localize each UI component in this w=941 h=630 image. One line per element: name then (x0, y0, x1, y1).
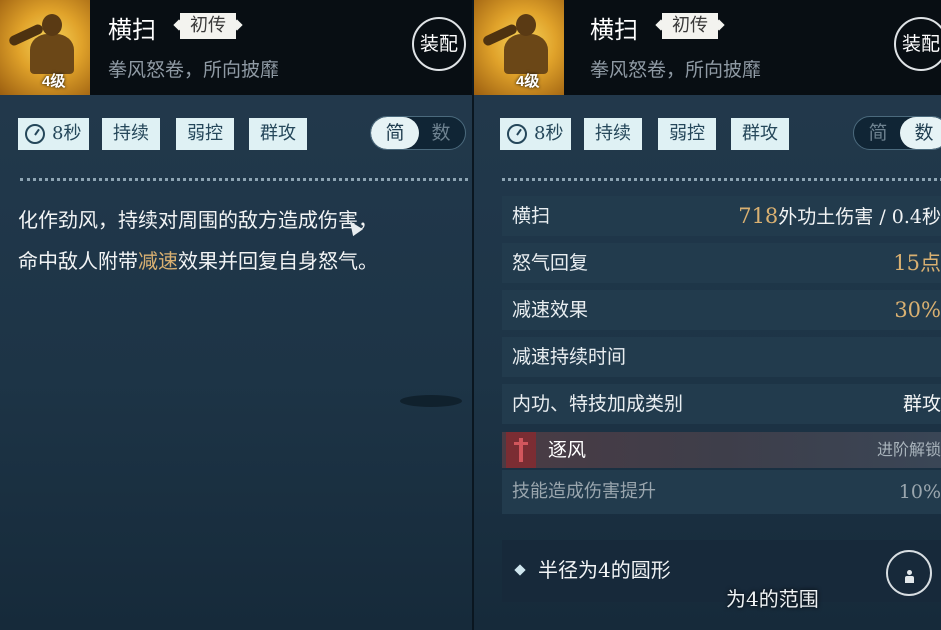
skill-name: 横扫 (108, 16, 156, 44)
stat-label: 怒气回复 (512, 252, 589, 274)
tier-badge: 初传 (662, 13, 718, 39)
skill-portrait[interactable]: 4级 (474, 0, 564, 95)
equip-button[interactable]: 装配 (894, 17, 941, 71)
tag-group-attack: 群攻 (249, 118, 307, 150)
dotted-divider (502, 178, 941, 181)
tag-weak-control: 弱控 (658, 118, 716, 150)
toggle-simple[interactable]: 简 (854, 117, 902, 149)
range-text: 半径为4的圆形 (538, 558, 671, 582)
stat-number: 718 (738, 204, 779, 228)
stat-value: 15点 (893, 243, 941, 284)
damage-boost-row: 技能造成伤害提升 10% (502, 470, 941, 514)
stat-label: 内功、特技加成类别 (512, 393, 684, 415)
tag-duration: 持续 (584, 118, 642, 150)
desc-line-2b: 效果并回复自身怒气。 (178, 249, 378, 273)
tag-duration: 持续 (102, 118, 160, 150)
stat-row-bonus-type: 内功、特技加成类别 群攻 (502, 384, 941, 424)
boost-label: 技能造成伤害提升 (512, 481, 656, 502)
portrait-figure-body (504, 34, 548, 74)
skill-name: 横扫 (590, 16, 638, 44)
toggle-simple[interactable]: 简 (371, 117, 419, 149)
tag-weak-control: 弱控 (176, 118, 234, 150)
skill-panel-detail: 4级 横扫 初传 拳风怒卷，所向披靡 装配 8秒 持续 弱控 群攻 简 数 横扫… (472, 0, 941, 630)
stat-label: 减速持续时间 (512, 346, 627, 368)
stat-value: 30% (894, 290, 941, 331)
toggle-detail[interactable]: 数 (900, 117, 941, 149)
cooldown-tag: 8秒 (18, 118, 90, 150)
stat-number: 15点 (893, 251, 941, 275)
view-toggle[interactable]: 简 数 (853, 116, 941, 150)
skill-subtitle: 拳风怒卷，所向披靡 (590, 59, 762, 81)
stat-row-rage: 怒气回复 15点 (502, 243, 941, 283)
timer-icon (25, 124, 45, 144)
tag-group-attack: 群攻 (731, 118, 789, 150)
skill-level: 4级 (42, 73, 66, 90)
cooldown-tag: 8秒 (500, 118, 572, 150)
skill-header: 4级 横扫 初传 拳风怒卷，所向披靡 装配 (474, 0, 941, 95)
toggle-detail[interactable]: 数 (417, 117, 465, 149)
diamond-icon (514, 564, 526, 576)
stat-row-slow: 减速效果 30% (502, 290, 941, 330)
cooldown-value: 8秒 (534, 123, 564, 144)
stat-value: 718外功土伤害 / 0.4秒 (738, 196, 941, 237)
skill-level: 4级 (516, 73, 540, 90)
desc-line-1: 化作劲风，持续对周围的敌方造成伤害， (18, 208, 378, 232)
cooldown-value: 8秒 (52, 123, 82, 144)
range-preview-button[interactable] (886, 550, 932, 596)
stat-label: 减速效果 (512, 299, 589, 321)
stat-label: 横扫 (512, 205, 551, 227)
skill-panel-simple: 4级 横扫 初传 拳风怒卷，所向披靡 装配 8秒 持续 弱控 群攻 简 数 化作… (0, 0, 472, 630)
upgrade-name: 逐风 (548, 439, 587, 461)
portrait-figure-head (516, 14, 536, 36)
video-subtitle: 为4的范围 (726, 587, 819, 611)
lock-status: 进阶解锁 (876, 440, 941, 459)
desc-highlight-slow: 减速 (138, 249, 178, 273)
boost-value: 10% (898, 481, 941, 503)
equip-button[interactable]: 装配 (412, 17, 466, 71)
stat-suffix: 外功土伤害 / 0.4秒 (778, 206, 941, 228)
stat-value: 群攻 (902, 393, 941, 415)
stat-row-slow-duration: 减速持续时间 (502, 337, 941, 377)
skill-header: 4级 横扫 初传 拳风怒卷，所向披靡 装配 (0, 0, 472, 95)
skill-portrait[interactable]: 4级 (0, 0, 90, 95)
timer-icon (507, 124, 527, 144)
skill-subtitle: 拳风怒卷，所向披靡 (108, 59, 280, 81)
view-toggle[interactable]: 简 数 (370, 116, 466, 150)
dotted-divider (20, 178, 468, 181)
locked-upgrade-row[interactable]: 逐风 进阶解锁 (502, 432, 941, 468)
skill-description: 化作劲风，持续对周围的敌方造成伤害， 命中敌人附带减速效果并回复自身怒气。 (18, 200, 458, 282)
background-shadow (400, 395, 462, 407)
stat-row-damage: 横扫 718外功土伤害 / 0.4秒 (502, 196, 941, 236)
range-row: 半径为4的圆形 (502, 540, 941, 602)
tier-badge: 初传 (180, 13, 236, 39)
portrait-figure-head (42, 14, 62, 36)
portrait-figure-body (30, 34, 74, 74)
desc-line-2a: 命中敌人附带 (18, 249, 138, 273)
sword-icon (506, 432, 536, 468)
stat-number: 30% (894, 298, 941, 322)
